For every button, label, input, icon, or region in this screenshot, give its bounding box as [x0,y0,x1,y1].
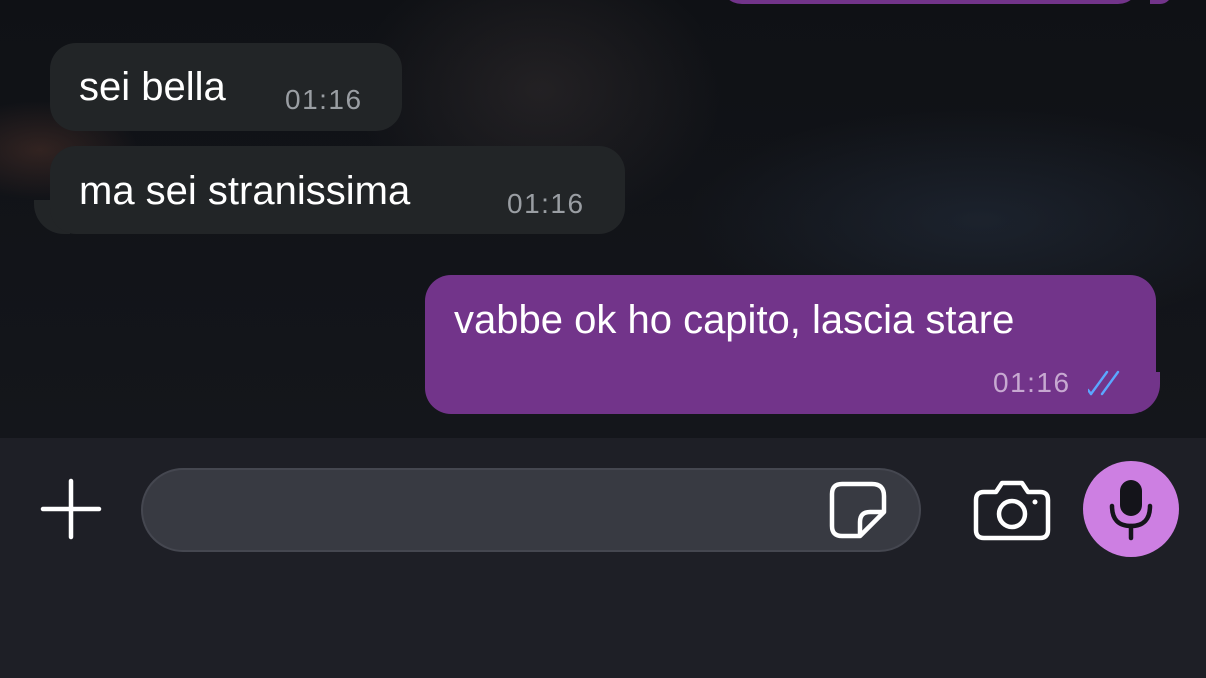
message-timestamp: 01:16 [993,367,1071,398]
message-list[interactable]: sei bella 01:16 ma sei stranissima 01:16… [0,0,1206,438]
message-input[interactable] [171,470,821,550]
sticker-icon[interactable] [826,478,890,542]
previous-outgoing-bubble [720,0,1140,4]
incoming-message-bubble[interactable]: ma sei stranissima 01:16 [50,146,625,234]
message-text: vabbe ok ho capito, lascia stare [454,298,1015,342]
microphone-icon [1109,480,1153,541]
double-check-icon [1088,370,1120,396]
chat-screen: sei bella 01:16 ma sei stranissima 01:16… [0,0,1206,678]
message-text: sei bella [79,65,226,109]
message-timestamp: 01:16 [285,84,363,115]
camera-icon[interactable] [970,478,1054,542]
message-text: ma sei stranissima [79,169,411,213]
voice-message-button[interactable] [1083,461,1179,557]
plus-icon [40,478,102,540]
previous-bubble-tail [1150,0,1172,4]
attach-button[interactable] [36,474,106,544]
message-input-box[interactable] [141,468,921,552]
incoming-message-bubble[interactable]: sei bella 01:16 [50,43,402,131]
message-timestamp: 01:16 [507,188,585,219]
outgoing-message-bubble[interactable]: vabbe ok ho capito, lascia stare 01:16 [425,275,1156,414]
